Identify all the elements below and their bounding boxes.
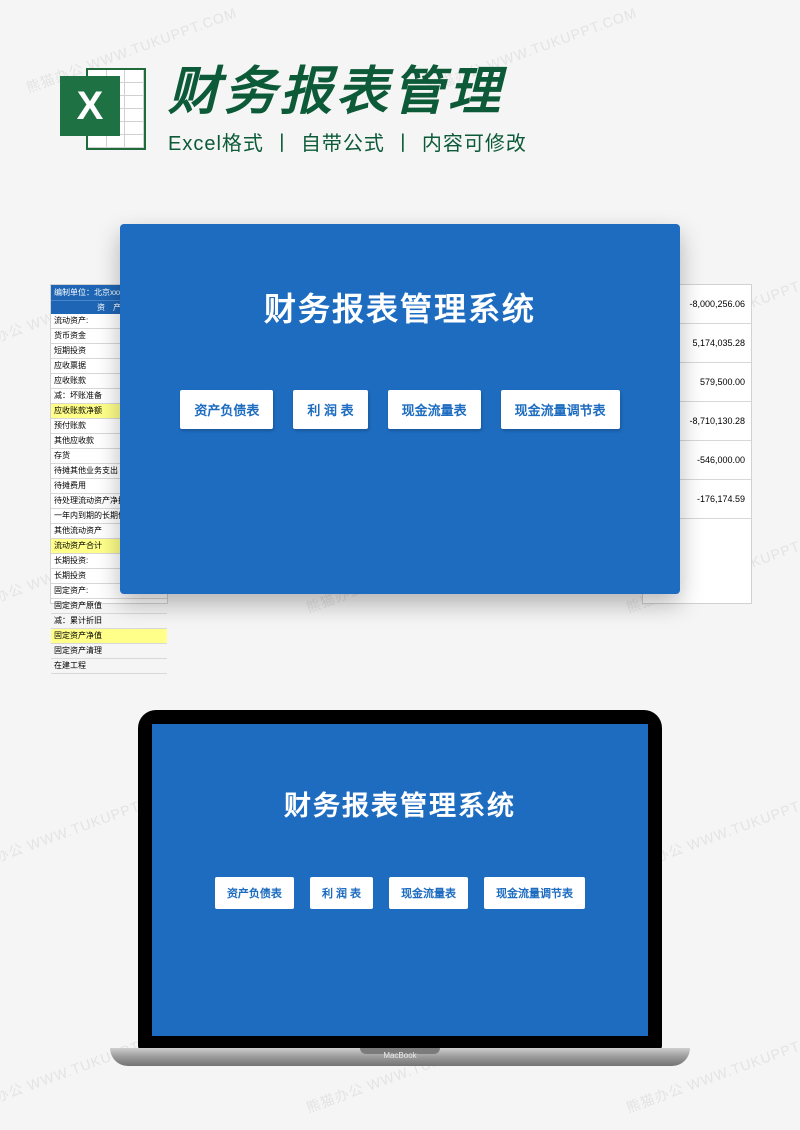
page-title: 财务报表管理 <box>168 64 527 121</box>
subtitle-format: Excel格式 <box>168 133 264 155</box>
template-preview: 编制单位：北京xxxx有限… 资 产 流动资产:货币资金短期投资应收票据应收账款… <box>60 224 740 654</box>
main-menu-card: 财务报表管理系统 资产负债表 利 润 表 现金流量表 现金流量调节表 <box>120 224 680 594</box>
separator: 丨 <box>272 133 293 155</box>
table-row: 固定资产净值 <box>51 629 167 644</box>
excel-icon: X <box>60 66 148 154</box>
income-statement-button-laptop[interactable]: 利 润 表 <box>310 877 373 909</box>
laptop-mockup: 财务报表管理系统 资产负债表 利 润 表 现金流量表 现金流量调节表 MacBo… <box>110 710 690 1090</box>
page-subtitle: Excel格式丨自带公式丨内容可修改 <box>168 127 527 156</box>
cash-flow-button-laptop[interactable]: 现金流量表 <box>389 877 468 909</box>
table-row: 减：累计折旧 <box>51 614 167 629</box>
laptop-brand: MacBook <box>110 1051 690 1060</box>
menu-button-row-laptop: 资产负债表 利 润 表 现金流量表 现金流量调节表 <box>215 877 585 909</box>
system-title-laptop: 财务报表管理系统 <box>284 784 516 823</box>
table-row: 固定资产原值 <box>51 599 167 614</box>
cash-flow-button[interactable]: 现金流量表 <box>388 390 481 429</box>
balance-sheet-button-laptop[interactable]: 资产负债表 <box>215 877 294 909</box>
page-header: X 财务报表管理 Excel格式丨自带公式丨内容可修改 <box>0 50 800 170</box>
table-row: 在建工程 <box>51 659 167 674</box>
menu-button-row: 资产负债表 利 润 表 现金流量表 现金流量调节表 <box>180 390 619 429</box>
balance-sheet-button[interactable]: 资产负债表 <box>180 390 273 429</box>
subtitle-editable: 内容可修改 <box>422 133 527 155</box>
separator: 丨 <box>393 133 414 155</box>
laptop-display: 财务报表管理系统 资产负债表 利 润 表 现金流量表 现金流量调节表 <box>152 724 648 1036</box>
excel-icon-letter: X <box>77 84 104 129</box>
laptop-screen: 财务报表管理系统 资产负债表 利 润 表 现金流量表 现金流量调节表 <box>138 710 662 1050</box>
income-statement-button[interactable]: 利 润 表 <box>293 390 367 429</box>
cash-flow-adjust-button-laptop[interactable]: 现金流量调节表 <box>484 877 585 909</box>
subtitle-formula: 自带公式 <box>301 133 385 155</box>
system-title: 财务报表管理系统 <box>264 284 536 330</box>
cash-flow-adjust-button[interactable]: 现金流量调节表 <box>501 390 620 429</box>
table-row: 固定资产清理 <box>51 644 167 659</box>
